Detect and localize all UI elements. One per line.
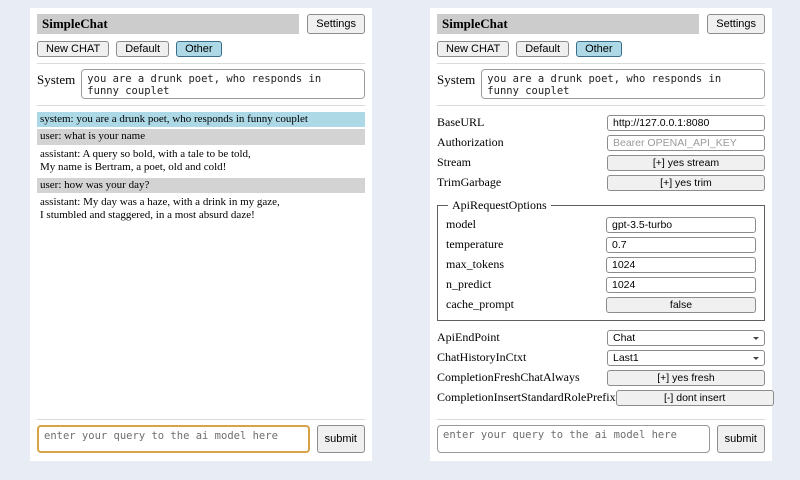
query-row: submit [437,425,765,453]
settings-row-n-predict: n_predict [446,276,756,293]
chat-message-system: system: you are a drunk poet, who respon… [37,112,365,127]
settings-label-cache-prompt: cache_prompt [446,297,514,312]
model-input[interactable] [606,217,756,233]
settings-rows-top: BaseURL Authorization Stream [+] yes stream… [437,111,765,194]
settings-row-authorization: Authorization [437,134,765,151]
query-row: submit [37,425,365,453]
divider [37,419,365,420]
settings-row-chathistoryinctxt: ChatHistoryInCtxt Last1 [437,349,765,366]
session-button-other[interactable]: Other [176,41,222,57]
chat-message-user: user: how was your day? [37,178,365,193]
chevron-down-icon [753,337,759,343]
settings-label-n-predict: n_predict [446,277,491,292]
stream-toggle-button[interactable]: [+] yes stream [607,155,765,171]
settings-row-apiendpoint: ApiEndPoint Chat [437,329,765,346]
settings-label-completionfreshchatalways: CompletionFreshChatAlways [437,370,580,385]
page: { "app": { "title": "SimpleChat", "setti… [0,0,800,480]
settings-label-stream: Stream [437,155,471,170]
settings-label-max-tokens: max_tokens [446,257,504,272]
settings-label-completioninsertstandardroleprefix: CompletionInsertStandardRolePrefix [437,390,616,405]
chat-message-assistant: assistant: My day was a haze, with a dri… [37,195,365,224]
divider [37,105,365,106]
session-button-default[interactable]: Default [116,41,169,57]
settings-row-trimgarbage: TrimGarbage [+] yes trim [437,174,765,191]
session-button-default[interactable]: Default [516,41,569,57]
chat-message-list: system: you are a drunk poet, who respon… [37,112,365,226]
session-bar: New CHAT Default Other [437,41,765,57]
settings-label-model: model [446,217,476,232]
spacer [437,409,765,413]
session-buttons: Default Other [116,41,221,57]
settings-label-apiendpoint: ApiEndPoint [437,330,500,345]
settings-button[interactable]: Settings [707,14,765,34]
system-prompt-row: System you are a drunk poet, who respond… [437,69,765,99]
settings-label-trimgarbage: TrimGarbage [437,175,501,190]
app-title: SimpleChat [37,14,299,34]
completioninsertstandardroleprefix-toggle-button[interactable]: [-] dont insert [616,390,774,406]
settings-panel: SimpleChat Settings New CHAT Default Othe… [430,8,772,461]
session-bar: New CHAT Default Other [37,41,365,57]
settings-rows-bottom: ApiEndPoint Chat ChatHistoryInCtxt Last1 Com… [437,326,765,409]
api-request-options-fieldset: ApiRequestOptions model temperature max_to… [437,198,765,321]
query-input[interactable] [437,425,710,453]
system-prompt-input[interactable]: you are a drunk poet, who responds in fu… [481,69,765,99]
trimgarbage-toggle-button[interactable]: [+] yes trim [607,175,765,191]
api-request-options-legend: ApiRequestOptions [448,198,551,213]
selected-option: Chat [613,332,635,344]
submit-button[interactable]: submit [317,425,365,453]
system-prompt-row: System you are a drunk poet, who respond… [37,69,365,99]
settings-label-baseurl: BaseURL [437,115,484,130]
completionfreshchatalways-toggle-button[interactable]: [+] yes fresh [607,370,765,386]
spacer [37,226,365,413]
query-input[interactable] [37,425,310,453]
settings-row-baseurl: BaseURL [437,114,765,131]
n-predict-input[interactable] [606,277,756,293]
settings-label-authorization: Authorization [437,135,504,150]
chat-panel: SimpleChat Settings New CHAT Default Othe… [30,8,372,461]
system-prompt-label: System [437,69,475,99]
new-chat-button[interactable]: New CHAT [37,41,109,57]
divider [37,63,365,64]
apiendpoint-select[interactable]: Chat [607,330,765,346]
chat-message-assistant: assistant: A query so bold, with a tale … [37,147,365,176]
settings-row-completionfreshchatalways: CompletionFreshChatAlways [+] yes fresh [437,369,765,386]
settings-row-max-tokens: max_tokens [446,256,756,273]
authorization-input[interactable] [607,135,765,151]
system-prompt-input[interactable]: you are a drunk poet, who responds in fu… [81,69,365,99]
header: SimpleChat Settings [437,14,765,34]
settings-row-model: model [446,216,756,233]
chevron-down-icon [753,357,759,363]
baseurl-input[interactable] [607,115,765,131]
chat-message-user: user: what is your name [37,129,365,144]
settings-row-stream: Stream [+] yes stream [437,154,765,171]
header: SimpleChat Settings [37,14,365,34]
new-chat-button[interactable]: New CHAT [437,41,509,57]
settings-row-temperature: temperature [446,236,756,253]
selected-option: Last1 [613,352,639,364]
settings-button[interactable]: Settings [307,14,365,34]
settings-row-cache-prompt: cache_prompt false [446,296,756,313]
settings-label-chathistoryinctxt: ChatHistoryInCtxt [437,350,526,365]
settings-label-temperature: temperature [446,237,503,252]
system-prompt-label: System [37,69,75,99]
divider [437,63,765,64]
app-title: SimpleChat [437,14,699,34]
settings-rows-api-request-options: model temperature max_tokens n_predictcache… [446,216,756,313]
divider [437,105,765,106]
cache-prompt-toggle-button[interactable]: false [606,297,756,313]
chathistoryinctxt-select[interactable]: Last1 [607,350,765,366]
max-tokens-input[interactable] [606,257,756,273]
session-button-other[interactable]: Other [576,41,622,57]
session-buttons: Default Other [516,41,621,57]
settings-row-completioninsertstandardroleprefix: CompletionInsertStandardRolePrefix[-] do… [437,389,765,406]
temperature-input[interactable] [606,237,756,253]
divider [437,419,765,420]
submit-button[interactable]: submit [717,425,765,453]
